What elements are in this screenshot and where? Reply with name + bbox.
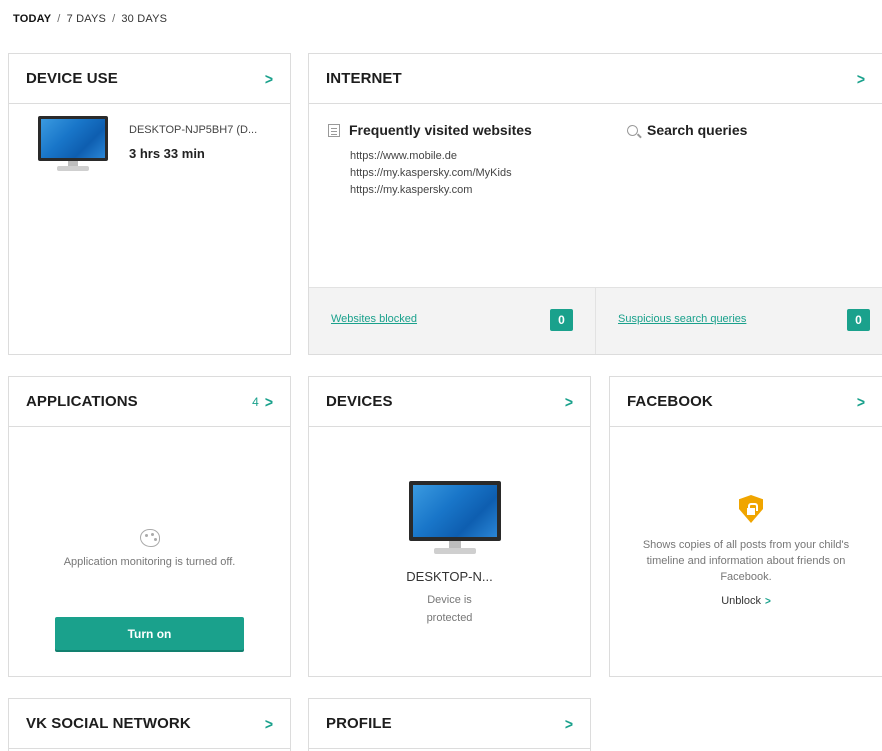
device-use-title: DEVICE USE bbox=[26, 70, 118, 87]
suspicious-queries-badge: 0 bbox=[847, 309, 870, 331]
internet-header[interactable]: INTERNET > bbox=[309, 54, 882, 104]
period-separator: / bbox=[112, 13, 116, 25]
device-use-card: DEVICE USE > DESKTOP-NJP5BH7 (D... 3 hrs… bbox=[8, 53, 291, 355]
websites-blocked-link[interactable]: Websites blocked bbox=[331, 313, 417, 325]
app-monitoring-status: Application monitoring is turned off. bbox=[63, 556, 236, 568]
search-icon bbox=[627, 124, 638, 136]
chevron-right-icon: > bbox=[564, 392, 573, 411]
site-item: https://my.kaspersky.com/MyKids bbox=[350, 167, 512, 179]
search-queries-title: Search queries bbox=[647, 122, 748, 138]
suspicious-queries-cell: Suspicious search queries 0 bbox=[595, 288, 882, 354]
monitor-icon bbox=[409, 481, 501, 557]
internet-title: INTERNET bbox=[326, 70, 402, 87]
devices-card: DEVICES > DESKTOP-N... Device is protect… bbox=[308, 376, 591, 677]
usage-time: 3 hrs 33 min bbox=[129, 146, 205, 161]
vk-card: VK SOCIAL NETWORK > bbox=[8, 698, 291, 751]
site-item: https://my.kaspersky.com bbox=[350, 184, 473, 196]
chevron-right-icon: > bbox=[764, 595, 771, 608]
turn-on-button[interactable]: Turn on bbox=[55, 617, 244, 650]
device-status-line1: Device is bbox=[427, 594, 472, 606]
devices-title: DEVICES bbox=[326, 393, 393, 410]
period-selector: TODAY / 7 DAYS / 30 DAYS bbox=[13, 13, 167, 25]
device-use-body: DESKTOP-NJP5BH7 (D... 3 hrs 33 min bbox=[9, 104, 290, 354]
device-name[interactable]: DESKTOP-NJP5BH7 (D... bbox=[129, 124, 257, 136]
vk-header[interactable]: VK SOCIAL NETWORK > bbox=[9, 699, 290, 749]
site-list: https://www.mobile.de https://my.kaspers… bbox=[350, 148, 532, 199]
facebook-description: Shows copies of all posts from your chil… bbox=[642, 539, 850, 583]
devices-header[interactable]: DEVICES > bbox=[309, 377, 590, 427]
profile-header[interactable]: PROFILE > bbox=[309, 699, 590, 749]
chevron-right-icon: > bbox=[856, 392, 865, 411]
chevron-right-icon: > bbox=[564, 714, 573, 733]
palette-icon bbox=[140, 529, 160, 547]
vk-title: VK SOCIAL NETWORK bbox=[26, 715, 191, 732]
chevron-right-icon: > bbox=[264, 69, 273, 88]
websites-blocked-cell: Websites blocked 0 bbox=[309, 288, 595, 354]
profile-title: PROFILE bbox=[326, 715, 392, 732]
device-use-header[interactable]: DEVICE USE > bbox=[9, 54, 290, 104]
chevron-right-icon: > bbox=[264, 714, 273, 733]
internet-footer: Websites blocked 0 Suspicious search que… bbox=[309, 287, 882, 354]
site-item: https://www.mobile.de bbox=[350, 150, 457, 162]
profile-card: PROFILE > bbox=[308, 698, 591, 751]
period-30-days[interactable]: 30 DAYS bbox=[121, 13, 167, 25]
applications-card: APPLICATIONS 4 > Application monitoring … bbox=[8, 376, 291, 677]
period-separator: / bbox=[57, 13, 61, 25]
period-7-days[interactable]: 7 DAYS bbox=[67, 13, 107, 25]
applications-title: APPLICATIONS bbox=[26, 393, 138, 410]
device-status-line2: protected bbox=[426, 612, 473, 624]
device-name[interactable]: DESKTOP-N... bbox=[309, 569, 590, 584]
internet-card: INTERNET > Frequently visited websites h… bbox=[308, 53, 882, 355]
applications-count: 4 bbox=[252, 394, 259, 409]
period-today[interactable]: TODAY bbox=[13, 13, 51, 25]
applications-header[interactable]: APPLICATIONS 4 > bbox=[9, 377, 290, 427]
chevron-right-icon: > bbox=[264, 392, 273, 411]
list-icon bbox=[328, 123, 340, 137]
unblock-label: Unblock bbox=[721, 595, 761, 607]
frequent-sites-section: Frequently visited websites https://www.… bbox=[328, 122, 532, 199]
chevron-right-icon: > bbox=[856, 69, 865, 88]
search-queries-section: Search queries bbox=[627, 122, 747, 138]
facebook-title: FACEBOOK bbox=[627, 393, 713, 410]
frequent-sites-title: Frequently visited websites bbox=[349, 122, 532, 138]
unblock-link[interactable]: Unblock > bbox=[610, 595, 882, 608]
monitor-icon bbox=[38, 116, 108, 174]
shield-lock-icon bbox=[739, 495, 763, 523]
suspicious-queries-link[interactable]: Suspicious search queries bbox=[618, 313, 746, 325]
facebook-header[interactable]: FACEBOOK > bbox=[610, 377, 882, 427]
websites-blocked-badge: 0 bbox=[550, 309, 573, 331]
facebook-card: FACEBOOK > Shows copies of all posts fro… bbox=[609, 376, 882, 677]
